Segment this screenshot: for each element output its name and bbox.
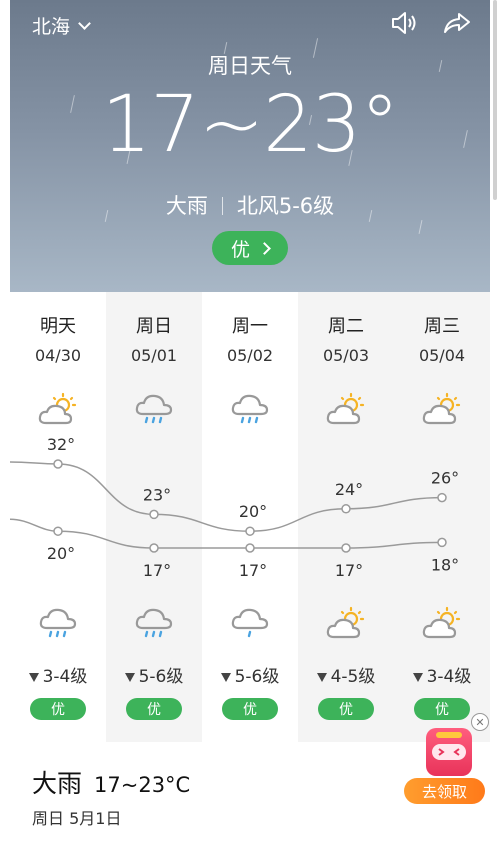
day-name: 明天: [40, 316, 76, 337]
wind-level: 5-6级: [202, 662, 298, 687]
wind-direction-icon: [412, 673, 423, 682]
partly-cloudy-icon: [38, 392, 78, 426]
scrollbar[interactable]: [493, 0, 497, 200]
wind-level: 3-4级: [10, 662, 106, 687]
forecast-day-column[interactable]: 明天 04/30 3-4级优: [10, 292, 106, 742]
gift-box-icon: [426, 728, 472, 776]
day-date: 05/04: [418, 346, 466, 365]
forecast-day-column[interactable]: 周一 05/02 5-6级优: [202, 292, 298, 742]
light-rain-icon: [230, 606, 270, 640]
page-title: 周日天气: [208, 54, 292, 78]
wind-direction-icon: [220, 673, 231, 682]
aqi-badge[interactable]: 优: [30, 698, 86, 720]
aqi-badge[interactable]: 优: [222, 698, 278, 720]
selected-condition: 大雨: [32, 769, 83, 798]
day-name: 周三: [424, 316, 460, 337]
divider: [221, 197, 223, 215]
chevron-down-icon: [78, 16, 91, 30]
wind-level-text: 5-6级: [138, 667, 184, 687]
day-date: 04/30: [34, 346, 82, 365]
day-date: 05/01: [130, 346, 178, 365]
wind-level: 4-5级: [298, 662, 394, 687]
aqi-badge[interactable]: 优: [318, 698, 374, 720]
forecast-day-column[interactable]: 周二 05/03 4-5级优: [298, 292, 394, 742]
chevron-right-icon: [258, 241, 271, 255]
condition-text: 大雨: [165, 194, 208, 218]
rain-streak: [418, 220, 423, 234]
partly-cloudy-icon: [422, 392, 462, 426]
rain-icon: [134, 392, 174, 426]
aqi-badge[interactable]: 优: [126, 698, 182, 720]
forecast-panel: 明天 04/30 3-4级优 周日 05/01 5-6级优 周一 05/02 5-6级优 周二 05…: [10, 292, 490, 742]
day-name: 周二: [328, 316, 364, 337]
forecast-day-column[interactable]: 周日 05/01 5-6级优: [106, 292, 202, 742]
day-name: 周日: [136, 316, 172, 337]
selected-temps: 17~23°C: [94, 773, 191, 797]
wind-level-text: 3-4级: [42, 667, 88, 687]
partly-cloudy-icon: [422, 606, 462, 640]
aqi-label: 优: [230, 238, 250, 261]
weather-header: 北海 周日天气 17~23° 大雨 北风5-6级 优: [10, 0, 490, 292]
day-name: 周一: [232, 316, 268, 337]
day-date: 05/03: [322, 346, 370, 365]
claim-button[interactable]: 去领取: [404, 778, 485, 804]
wind-direction-icon: [124, 673, 135, 682]
temperature-range: 17~23°: [101, 80, 400, 170]
wind-direction-icon: [316, 673, 327, 682]
city-name: 北海: [32, 16, 71, 38]
partly-cloudy-icon: [326, 392, 366, 426]
wind-text: 北风5-6级: [236, 194, 335, 218]
wind-level-text: 4-5级: [330, 667, 376, 687]
close-icon[interactable]: ✕: [471, 713, 489, 731]
city-selector[interactable]: 北海: [32, 12, 91, 39]
wind-level: 5-6级: [106, 662, 202, 687]
partly-cloudy-icon: [326, 606, 366, 640]
rain-icon: [230, 392, 270, 426]
aqi-button[interactable]: 优: [212, 231, 288, 265]
forecast-day-column[interactable]: 周三 05/04 3-4级优: [394, 292, 490, 742]
wind-level-text: 3-4级: [426, 667, 472, 687]
selected-day-summary: 大雨 17~23°C: [32, 764, 190, 800]
share-icon[interactable]: [442, 10, 472, 36]
rain-icon: [134, 606, 174, 640]
day-date: 05/02: [226, 346, 274, 365]
wind-direction-icon: [28, 673, 39, 682]
current-condition: 大雨 北风5-6级: [10, 190, 490, 220]
rain-icon: [38, 606, 78, 640]
wind-level: 3-4级: [394, 662, 490, 687]
wind-level-text: 5-6级: [234, 667, 280, 687]
speaker-icon[interactable]: [390, 10, 420, 36]
selected-date: 周日 5月1日: [32, 809, 122, 828]
